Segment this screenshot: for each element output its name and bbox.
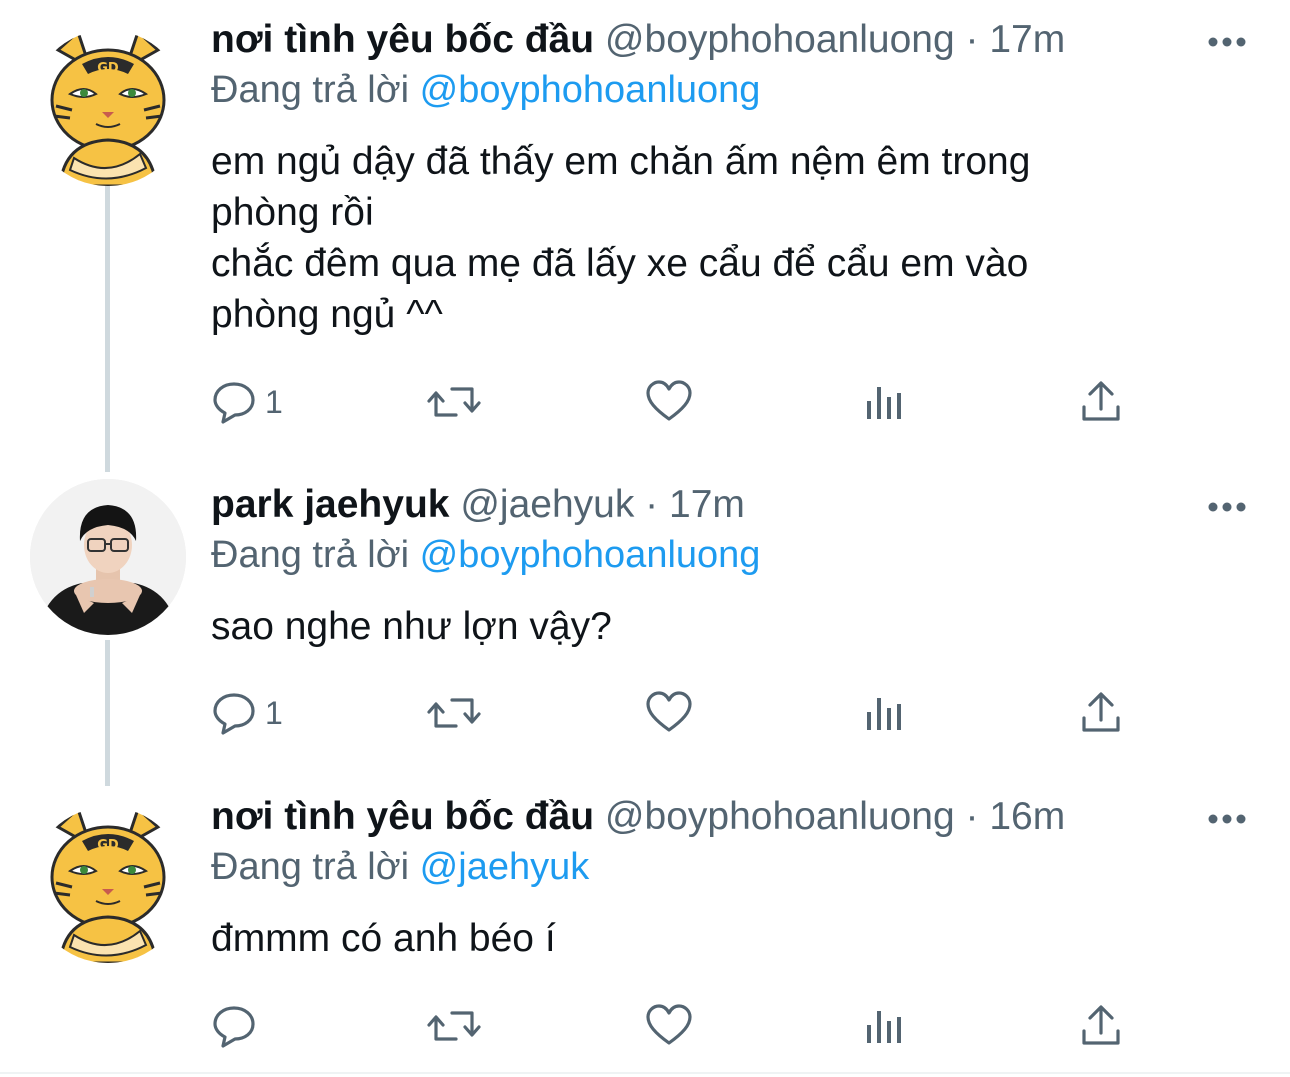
- timestamp[interactable]: 17m: [669, 483, 745, 526]
- timestamp[interactable]: 16m: [989, 795, 1065, 838]
- tweet[interactable]: GD nơi tình yêu bốc đầu @boyphohoanluong…: [0, 16, 1290, 436]
- mention-link[interactable]: @boyphohoanluong: [420, 534, 761, 576]
- replying-to: Đang trả lời @boyphohoanluong: [211, 529, 760, 581]
- separator: ·: [965, 795, 979, 838]
- analytics-icon: [867, 387, 901, 419]
- reply-button[interactable]: 1: [211, 377, 283, 427]
- replying-to: Đang trả lời @boyphohoanluong: [211, 64, 760, 116]
- mention-link[interactable]: @boyphohoanluong: [420, 69, 761, 111]
- retweet-icon: [427, 387, 481, 417]
- more-icon: [1208, 37, 1246, 47]
- avatar[interactable]: GD: [30, 30, 186, 186]
- share-icon: [1082, 1005, 1120, 1045]
- more-icon: [1208, 502, 1246, 512]
- display-name[interactable]: park jaehyuk: [211, 483, 449, 526]
- share-icon: [1082, 692, 1120, 732]
- avatar[interactable]: [30, 479, 186, 635]
- tiger-avatar-icon: GD: [30, 30, 186, 186]
- retweet-icon: [427, 698, 481, 728]
- tweet-header: nơi tình yêu bốc đầu @boyphohoanluong · …: [211, 793, 1065, 841]
- retweet-button[interactable]: [426, 688, 482, 738]
- tweet-text: em ngủ dậy đã thấy em chăn ấm nệm êm tro…: [211, 136, 1201, 340]
- display-name[interactable]: nơi tình yêu bốc đầu: [211, 18, 594, 61]
- retweet-icon: [427, 1011, 481, 1041]
- separator: ·: [645, 483, 659, 526]
- action-bar: 1: [211, 688, 1171, 738]
- divider: [0, 1072, 1290, 1074]
- like-icon: [646, 380, 692, 421]
- like-icon: [646, 1004, 692, 1045]
- reply-button[interactable]: [211, 1001, 265, 1051]
- replying-prefix: Đang trả lời: [211, 534, 410, 576]
- like-icon: [646, 691, 692, 732]
- more-options-button[interactable]: [1200, 495, 1254, 519]
- more-options-button[interactable]: [1200, 30, 1254, 54]
- share-button[interactable]: [1079, 688, 1123, 738]
- share-button[interactable]: [1079, 377, 1123, 427]
- text-line: đmmm có anh béo í: [211, 917, 556, 960]
- user-handle[interactable]: @boyphohoanluong: [605, 795, 955, 838]
- text-line: chắc đêm qua mẹ đã lấy xe cẩu để cẩu em …: [211, 242, 1029, 285]
- tweet-text: sao nghe như lợn vậy?: [211, 601, 1201, 652]
- user-handle[interactable]: @jaehyuk: [460, 483, 634, 526]
- tweet-header: park jaehyuk @jaehyuk · 17m: [211, 481, 745, 529]
- reply-icon: [213, 1006, 255, 1048]
- replying-prefix: Đang trả lời: [211, 846, 410, 888]
- svg-text:GD: GD: [97, 838, 119, 853]
- text-line: phòng rồi: [211, 191, 374, 234]
- retweet-button[interactable]: [426, 377, 482, 427]
- tweet[interactable]: park jaehyuk @jaehyuk · 17m Đang trả lời…: [0, 479, 1290, 781]
- reply-icon: [213, 382, 255, 424]
- more-icon: [1208, 814, 1246, 824]
- mention-link[interactable]: @jaehyuk: [420, 846, 590, 888]
- user-handle[interactable]: @boyphohoanluong: [605, 18, 955, 61]
- reply-count: 1: [265, 694, 283, 731]
- separator: ·: [965, 18, 979, 61]
- action-bar: 1: [211, 377, 1171, 427]
- text-line: sao nghe như lợn vậy?: [211, 605, 612, 648]
- analytics-button[interactable]: [865, 1001, 907, 1051]
- tweet-text: đmmm có anh béo í: [211, 913, 1201, 964]
- action-bar: [211, 1001, 1171, 1051]
- text-line: phòng ngủ ^^: [211, 293, 443, 336]
- svg-text:GD: GD: [97, 61, 119, 76]
- share-icon: [1082, 381, 1120, 421]
- share-button[interactable]: [1079, 1001, 1123, 1051]
- person-photo-avatar-icon: [30, 479, 186, 635]
- analytics-button[interactable]: [865, 377, 907, 427]
- replying-prefix: Đang trả lời: [211, 69, 410, 111]
- more-options-button[interactable]: [1200, 807, 1254, 831]
- analytics-button[interactable]: [865, 688, 907, 738]
- reply-count: 1: [265, 383, 283, 420]
- reply-button[interactable]: 1: [211, 688, 283, 738]
- display-name[interactable]: nơi tình yêu bốc đầu: [211, 795, 594, 838]
- like-button[interactable]: [645, 1001, 693, 1051]
- tweet-header: nơi tình yêu bốc đầu @boyphohoanluong · …: [211, 16, 1065, 64]
- analytics-icon: [867, 1011, 901, 1043]
- like-button[interactable]: [645, 377, 693, 427]
- analytics-icon: [867, 698, 901, 730]
- avatar[interactable]: GD: [30, 807, 186, 963]
- text-line: em ngủ dậy đã thấy em chăn ấm nệm êm tro…: [211, 140, 1031, 183]
- timestamp[interactable]: 17m: [989, 18, 1065, 61]
- tweet[interactable]: GD nơi tình yêu bốc đầu @boyphohoanluong…: [0, 793, 1290, 1063]
- replying-to: Đang trả lời @jaehyuk: [211, 841, 589, 893]
- reply-icon: [213, 693, 255, 735]
- retweet-button[interactable]: [426, 1001, 482, 1051]
- like-button[interactable]: [645, 688, 693, 738]
- tiger-avatar-icon: GD: [30, 807, 186, 963]
